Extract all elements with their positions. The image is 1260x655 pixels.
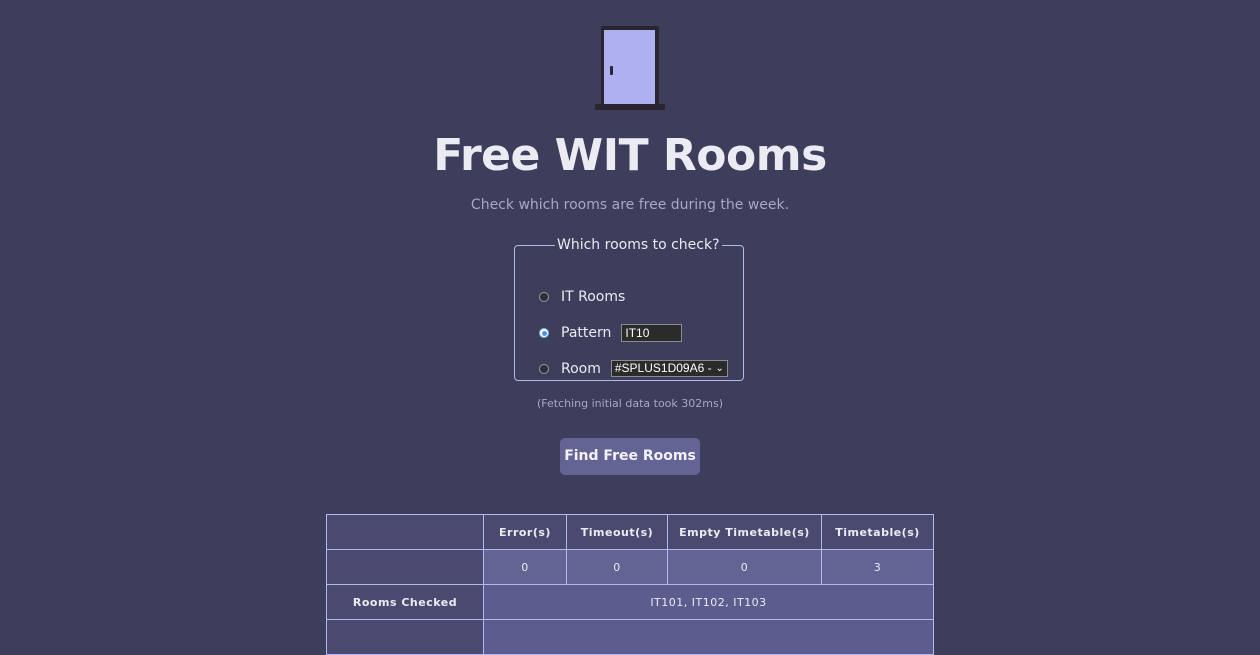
option-room[interactable]: Room #SPLUS1D09A6 - ⌄ xyxy=(539,360,728,377)
fetch-time-note: (Fetching initial data took 302ms) xyxy=(536,397,724,410)
table-header-empty-timetables: Empty Timetable(s) xyxy=(667,514,822,550)
it-rooms-radio[interactable] xyxy=(539,292,549,302)
pattern-radio[interactable] xyxy=(539,328,549,338)
table-header-timetables: Timetable(s) xyxy=(821,514,934,550)
table-row: Rooms Checked IT101, IT102, IT103 xyxy=(326,584,934,620)
page-subtitle: Check which rooms are free during the we… xyxy=(470,197,790,213)
pattern-label: Pattern xyxy=(561,325,612,341)
room-label: Room xyxy=(561,360,601,377)
table-row: 0 0 0 3 xyxy=(326,549,934,585)
timetables-count: 3 xyxy=(821,549,934,585)
door-icon xyxy=(594,26,666,112)
option-it-rooms[interactable]: IT Rooms xyxy=(539,289,625,305)
rooms-checked-value: IT101, IT102, IT103 xyxy=(483,584,934,620)
room-select[interactable]: #SPLUS1D09A6 - ⌄ xyxy=(610,360,728,377)
empty-timetables-count: 0 xyxy=(667,549,822,585)
results-table: Error(s) Timeout(s) Empty Timetable(s) T… xyxy=(326,514,934,655)
door-base xyxy=(595,104,665,110)
table-header-row: Error(s) Timeout(s) Empty Timetable(s) T… xyxy=(326,514,934,550)
chevron-down-icon: ⌄ xyxy=(715,363,724,374)
table-cell-empty xyxy=(483,619,934,655)
rooms-legend: Which rooms to check? xyxy=(557,237,720,253)
find-free-rooms-button[interactable]: Find Free Rooms xyxy=(560,438,700,475)
option-pattern[interactable]: Pattern IT10 xyxy=(539,324,683,342)
pattern-input[interactable]: IT10 xyxy=(621,324,683,342)
table-row xyxy=(326,619,934,655)
room-radio[interactable] xyxy=(539,363,549,374)
table-cell-empty xyxy=(326,549,484,585)
errors-count: 0 xyxy=(483,549,567,585)
rooms-fieldset: Which rooms to check? IT Rooms Pattern I… xyxy=(514,237,744,381)
it-rooms-label: IT Rooms xyxy=(561,289,626,305)
table-header-errors: Error(s) xyxy=(483,514,567,550)
table-cell-empty xyxy=(326,619,484,655)
table-header-timeouts: Timeout(s) xyxy=(566,514,668,550)
rooms-checked-label: Rooms Checked xyxy=(326,584,484,620)
timeouts-count: 0 xyxy=(566,549,668,585)
page-title: Free WIT Rooms xyxy=(433,130,827,181)
table-header-corner xyxy=(326,514,484,550)
room-select-value: #SPLUS1D09A6 - xyxy=(614,361,712,375)
door-handle xyxy=(610,66,613,75)
